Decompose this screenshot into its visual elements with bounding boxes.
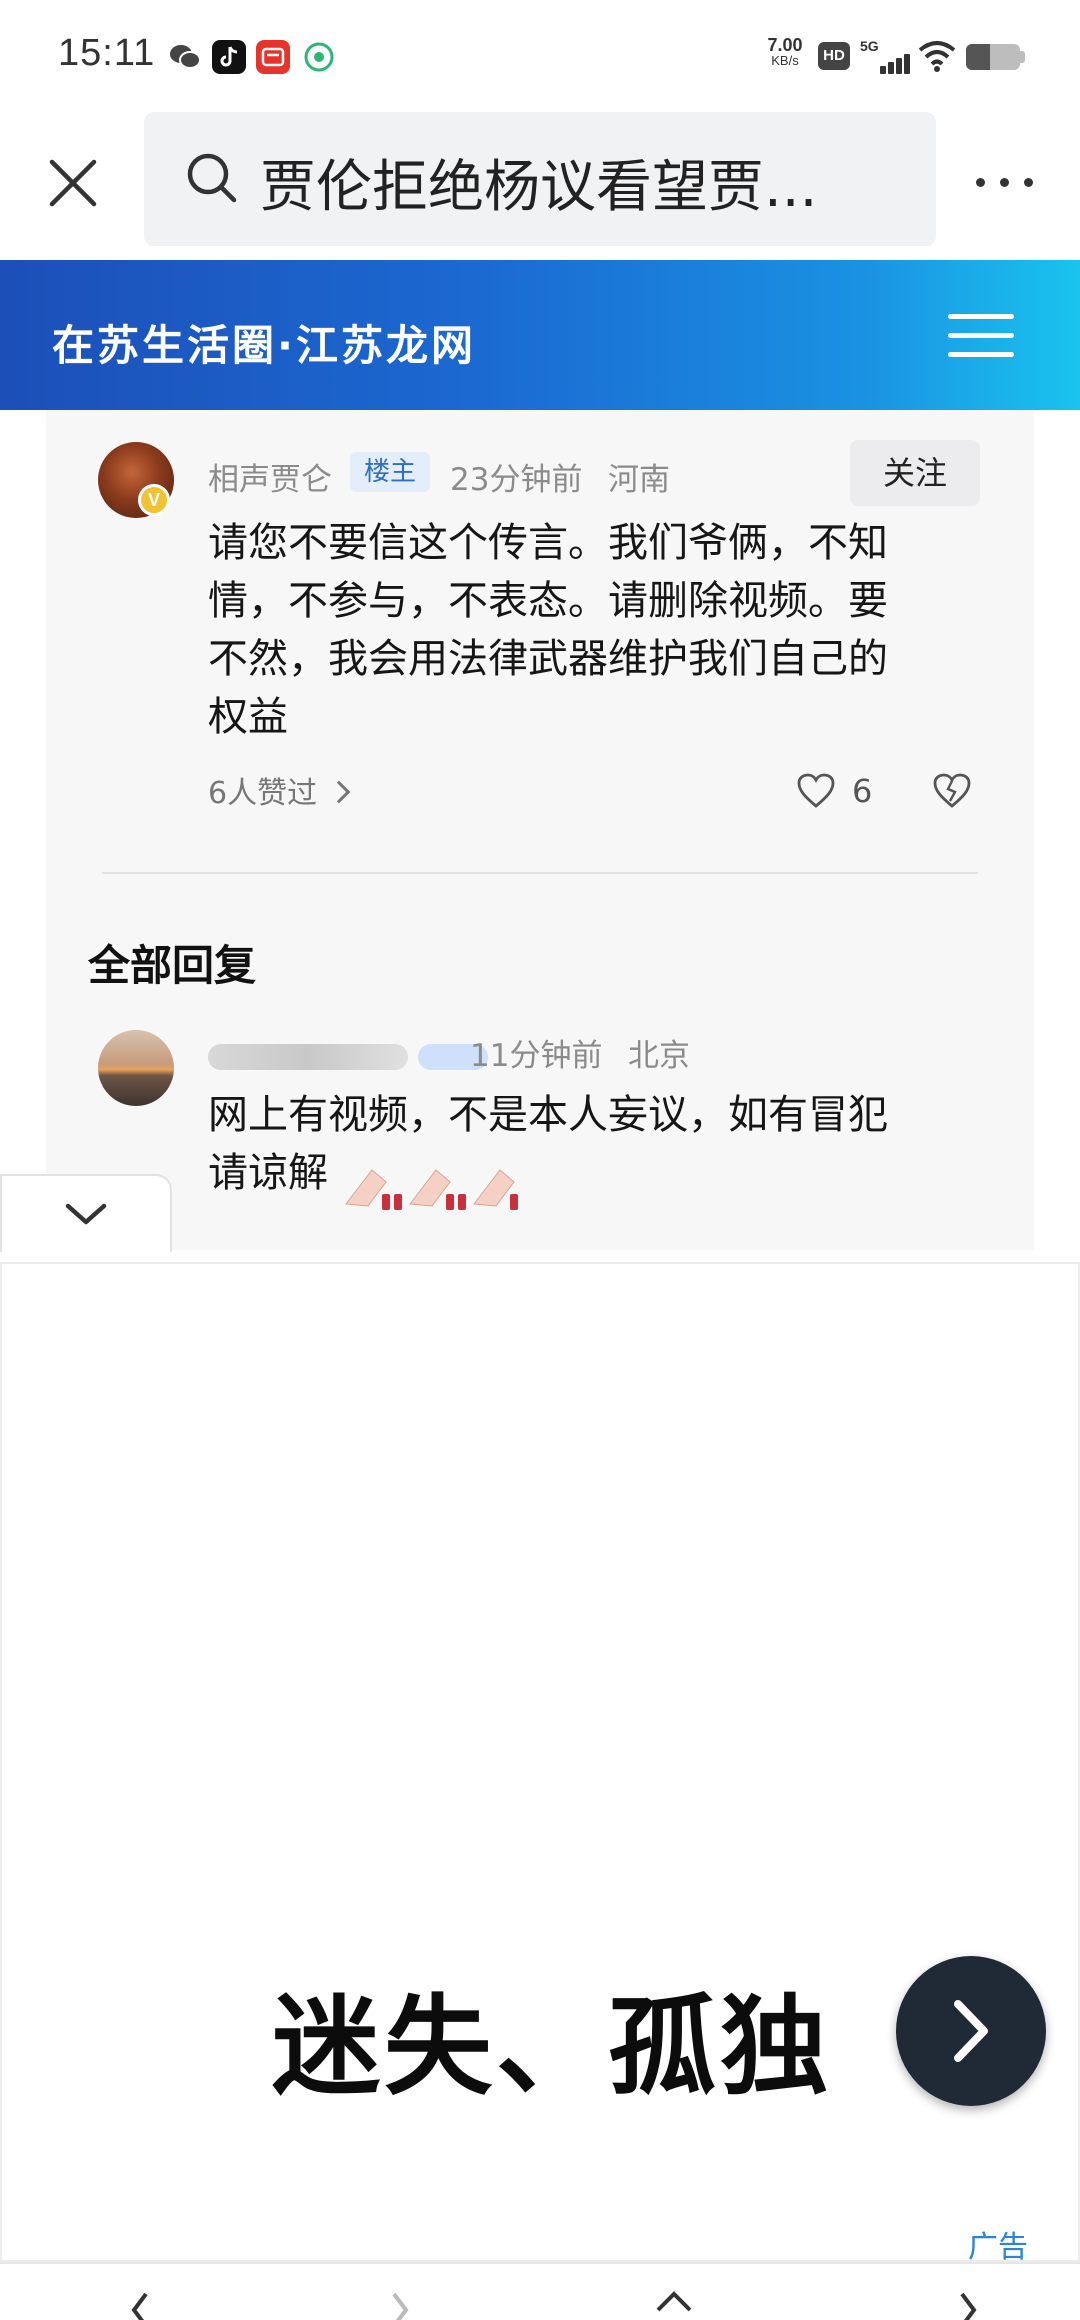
site-title[interactable]: 在苏生活圈·江苏龙网 [52, 312, 476, 373]
reply-line: 网上有视频，不是本人妄议，如有冒犯 [208, 1092, 888, 1138]
back-arrow-icon [131, 2292, 148, 2320]
dislike-button[interactable] [932, 772, 972, 810]
chevron-right-icon [954, 2000, 988, 2062]
more-dot [1000, 178, 1009, 187]
like-button[interactable] [796, 772, 836, 810]
wifi-icon [918, 40, 956, 72]
comment-card: V 相声贾仑 楼主 23分钟前 河南 关注 请您不要信这个传言。我们爷俩，不知 … [46, 410, 1034, 1250]
comment-line: 权益 [208, 694, 288, 740]
home-icon [656, 2291, 692, 2312]
bottom-navigation [0, 2262, 1080, 2320]
forward-button[interactable] [380, 2288, 420, 2320]
green-app-icon [302, 40, 336, 74]
comment-thread: V 相声贾仑 楼主 23分钟前 河南 关注 请您不要信这个传言。我们爷俩，不知 … [0, 410, 1080, 1250]
reply-time: 11分钟前 [470, 1038, 603, 1074]
verified-badge: V [138, 484, 170, 516]
comment-line: 请您不要信这个传言。我们爷俩，不知 [208, 520, 888, 566]
author-name[interactable]: 相声贾仑 [208, 454, 332, 499]
op-badge: 楼主 [350, 452, 430, 492]
search-icon [184, 150, 240, 206]
reply-line: 请谅解 [208, 1150, 328, 1196]
likers-text: 6人赞过 [208, 776, 318, 811]
reply-author-blurred[interactable] [208, 1044, 408, 1070]
battery-icon [966, 44, 1020, 70]
ad-next-button[interactable] [896, 1956, 1046, 2106]
more-options-button[interactable] [970, 162, 1050, 202]
forward-arrow-icon [392, 2292, 409, 2320]
ad-banner[interactable]: 迷失、孤独 广告 [0, 1262, 1080, 2265]
replies-title: 全部回复 [88, 941, 257, 990]
close-icon [49, 159, 97, 207]
broken-heart-icon [933, 773, 971, 808]
douyin-icon [212, 40, 246, 74]
network-speed: 7.00 KB/s [767, 35, 803, 68]
menu-icon [948, 352, 1014, 357]
likers-link[interactable]: 6人赞过 [208, 768, 351, 812]
battery-tip [1020, 51, 1025, 63]
signal-icon: 5G [860, 38, 910, 74]
reply-avatar[interactable] [98, 1030, 174, 1106]
collapse-button[interactable] [0, 1174, 172, 1252]
more-dot [1024, 178, 1033, 187]
comment-line: 情，不参与，不表态。请删除视频。要 [208, 578, 888, 624]
back-button[interactable] [120, 2288, 160, 2320]
chevron-down-icon [65, 1203, 107, 1225]
status-bar: 15:11 7.00 KB/s HD 5G [0, 0, 1080, 112]
chevron-right-icon [327, 780, 351, 804]
reply-location: 北京 [628, 1038, 690, 1074]
menu-icon [948, 333, 1014, 338]
reply-body: 网上有视频，不是本人妄议，如有冒犯 请谅解 [208, 1086, 888, 1202]
menu-button[interactable] [948, 314, 1018, 360]
close-button[interactable] [36, 146, 110, 220]
forward-arrow-icon [960, 2292, 977, 2320]
hd-icon: HD [818, 42, 850, 70]
status-time: 15:11 [58, 32, 156, 74]
follow-button[interactable]: 关注 [850, 440, 980, 506]
comment-line: 不然，我会用法律武器维护我们自己的 [208, 636, 888, 682]
like-count: 6 [852, 772, 873, 810]
ad-label: 广告 [968, 2230, 1028, 2265]
next-page-button[interactable] [948, 2288, 988, 2320]
menu-icon [948, 314, 1014, 319]
site-header: 在苏生活圈·江苏龙网 [0, 260, 1080, 410]
comment-location: 河南 [608, 462, 670, 498]
folded-hands-emoji [342, 1160, 542, 1216]
heart-icon [797, 773, 835, 808]
wechat-icon [168, 40, 202, 74]
comment-body: 请您不要信这个传言。我们爷俩，不知 情，不参与，不表态。请删除视频。要 不然，我… [208, 514, 888, 746]
search-input[interactable]: 贾伦拒绝杨议看望贾... [144, 112, 936, 246]
divider [102, 872, 978, 874]
comment-time: 23分钟前 [450, 462, 583, 498]
browser-toolbar: 贾伦拒绝杨议看望贾... [0, 112, 1080, 260]
ad-headline: 迷失、孤独 [272, 1985, 833, 2110]
more-dot [976, 178, 985, 187]
taobao-icon [256, 40, 290, 74]
search-query: 贾伦拒绝杨议看望贾... [260, 155, 818, 220]
home-button[interactable] [654, 2288, 694, 2320]
